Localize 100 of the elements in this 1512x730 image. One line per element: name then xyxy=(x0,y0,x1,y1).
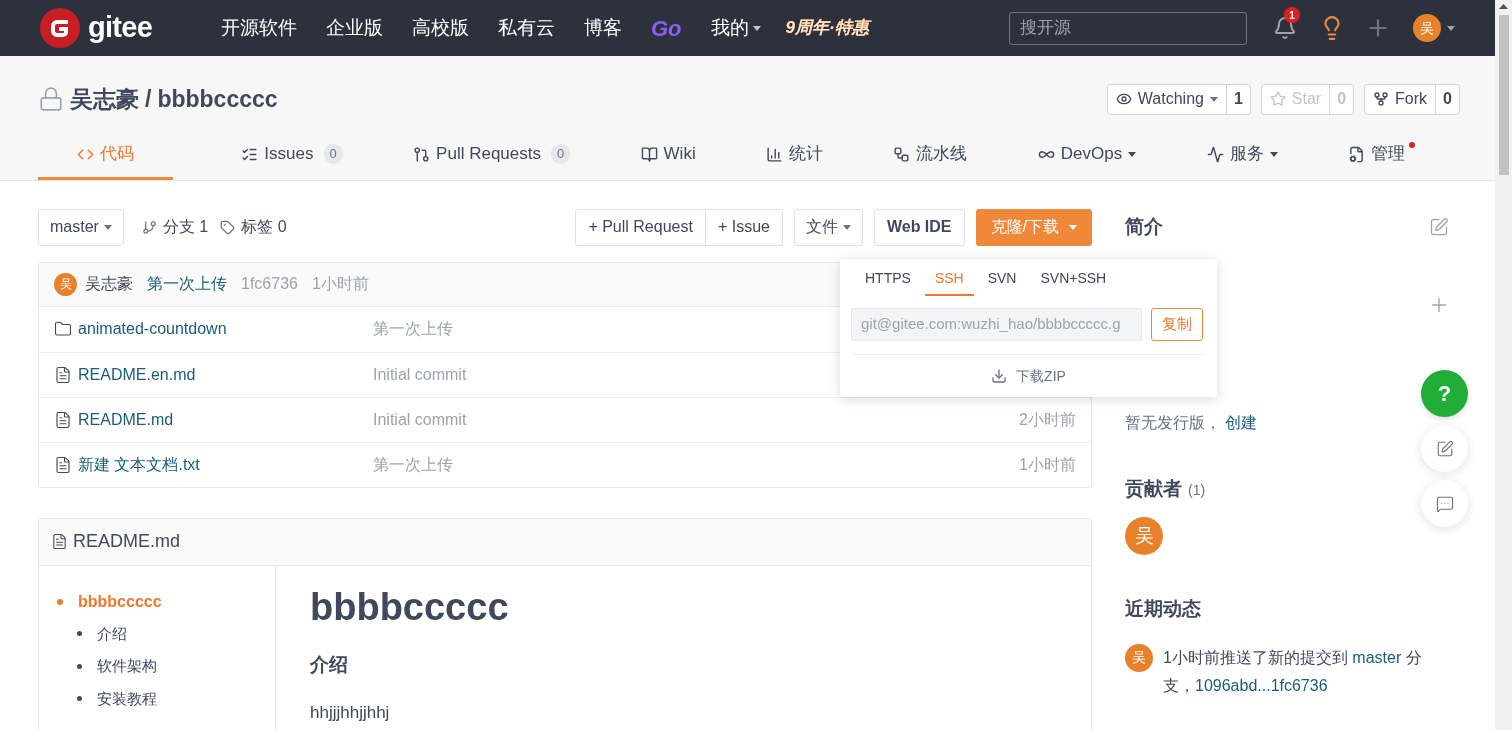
caret-icon xyxy=(752,25,761,31)
commit-time: 1小时前 xyxy=(311,274,369,294)
repo-tab[interactable]: Issues 0 xyxy=(239,131,345,180)
branches-link[interactable]: 分支 1 xyxy=(141,215,209,239)
search-field[interactable]: 搜开源 xyxy=(1009,11,1247,45)
activity-avatar: 吴 xyxy=(1125,643,1153,672)
caret-icon xyxy=(1128,151,1137,157)
toc-link[interactable]: 介绍 xyxy=(97,622,127,645)
activity-title: 近期动态 xyxy=(1125,597,1202,621)
file-name-link[interactable]: animated-countdown xyxy=(78,317,227,341)
contributors-title: 贡献者 xyxy=(1125,476,1182,501)
feedback-button[interactable] xyxy=(1421,425,1468,472)
pull-request-icon xyxy=(413,145,431,163)
action-count: 1 xyxy=(1225,84,1250,114)
fork-icon xyxy=(1373,91,1390,108)
protocol-tab[interactable]: HTTPS xyxy=(855,262,921,296)
repo-tab[interactable]: 服务 xyxy=(1204,131,1280,180)
tag-icon xyxy=(220,219,236,235)
pulse-icon xyxy=(1206,145,1224,163)
bullet-icon xyxy=(77,696,82,702)
repo-tab[interactable]: 流水线 xyxy=(891,131,970,180)
commit-range-link[interactable]: 1096abd...1fc6736 xyxy=(1195,676,1328,694)
file-icon xyxy=(54,365,72,384)
web-ide-button[interactable]: Web IDE xyxy=(873,208,965,246)
action-label: Star xyxy=(1291,89,1322,110)
toc-link[interactable]: 软件架构 xyxy=(97,655,157,678)
repo-owner-link[interactable]: 吴志豪 xyxy=(70,82,139,117)
file-name-link[interactable]: 新建 文本文档.txt xyxy=(78,452,200,477)
caret-icon xyxy=(842,224,851,230)
edit-icon[interactable] xyxy=(1429,217,1449,237)
scroll-up-icon[interactable] xyxy=(1499,4,1508,9)
branch-link[interactable]: master xyxy=(1352,648,1402,666)
tags-link[interactable]: 标签 0 xyxy=(220,215,287,239)
create-release-link[interactable]: 创建 xyxy=(1225,413,1257,431)
readme-subheading: 介绍 xyxy=(310,653,349,677)
file-icon xyxy=(54,410,72,429)
count-badge: 0 xyxy=(551,144,571,164)
logo-text[interactable]: gitee xyxy=(88,6,153,50)
chat-button[interactable] xyxy=(1421,480,1468,527)
new-item-button[interactable]: + Issue xyxy=(705,208,783,246)
commit-message-link[interactable]: 第一次上传 xyxy=(147,272,227,296)
scrollbar-thumb[interactable] xyxy=(1498,15,1509,175)
file-name-link[interactable]: README.md xyxy=(78,407,174,432)
book-icon xyxy=(640,145,658,163)
document-gear-icon xyxy=(1347,145,1365,163)
folder-icon xyxy=(54,320,72,338)
repo-tab[interactable]: Pull Requests 0 xyxy=(411,131,573,180)
path-separator: / xyxy=(145,85,152,114)
repo-tab[interactable]: 管理 xyxy=(1345,131,1417,180)
action-count: 0 xyxy=(1435,84,1459,114)
caret-icon xyxy=(1069,224,1077,230)
pipeline-icon xyxy=(893,145,911,163)
repo-name-link[interactable]: bbbbccccc xyxy=(157,82,278,117)
bar-chart-icon xyxy=(766,145,784,163)
caret-icon xyxy=(1269,151,1278,157)
repo-action-button[interactable]: Watching 1 xyxy=(1106,83,1251,115)
file-icon xyxy=(51,533,68,550)
action-label: Fork xyxy=(1395,89,1428,110)
repo-tab[interactable]: DevOps xyxy=(1035,131,1139,180)
file-commit-time: 1小时前 xyxy=(1019,454,1076,475)
intro-title: 简介 xyxy=(1125,214,1163,239)
caret-icon xyxy=(103,224,112,230)
bullet-icon xyxy=(77,663,82,669)
branch-select[interactable]: master xyxy=(38,208,124,246)
new-item-button[interactable]: + Pull Request xyxy=(575,208,706,246)
nav-link[interactable]: 博客 xyxy=(584,13,622,43)
star-icon xyxy=(1269,91,1286,108)
download-zip-link[interactable]: 下载ZIP xyxy=(1016,365,1066,387)
nav-link[interactable]: 我的 xyxy=(710,13,761,43)
nav-link[interactable]: 私有云 xyxy=(498,13,555,43)
chat-icon xyxy=(1435,494,1454,513)
logo-icon xyxy=(40,8,80,48)
edit-icon xyxy=(1435,439,1454,458)
repo-action-button[interactable]: Fork 0 xyxy=(1364,83,1460,115)
protocol-tab[interactable]: SVN+SSH xyxy=(1030,262,1117,296)
toc-link[interactable]: 安装教程 xyxy=(97,687,157,710)
commit-author[interactable]: 吴志豪 xyxy=(85,272,133,296)
lock-icon xyxy=(38,86,64,113)
readme-heading: bbbbccccc xyxy=(310,584,509,630)
author-avatar: 吴 xyxy=(54,272,77,296)
contributors-count: (1) xyxy=(1188,480,1206,500)
protocol-tab[interactable]: SVN xyxy=(977,262,1027,296)
repo-tab[interactable]: Wiki xyxy=(638,131,698,180)
bullet-icon xyxy=(57,598,63,605)
branch-icon xyxy=(141,219,157,235)
scrollbar[interactable] xyxy=(1495,0,1512,730)
repo-tab[interactable]: 统计 xyxy=(764,131,826,180)
file-menu-button[interactable]: 文件 xyxy=(793,208,863,246)
notification-badge: 1 xyxy=(1284,7,1300,23)
readme-title: README.md xyxy=(73,530,180,553)
nav-link[interactable]: 开源软件 xyxy=(221,13,297,43)
count-badge: 0 xyxy=(323,144,343,164)
file-commit-time: 2小时前 xyxy=(1019,409,1076,430)
file-name-link[interactable]: README.en.md xyxy=(78,362,196,387)
nav-link[interactable]: 高校版 xyxy=(412,13,469,43)
nav-link[interactable]: 企业版 xyxy=(326,13,383,43)
caret-icon xyxy=(1447,25,1455,31)
caret-icon xyxy=(1209,96,1218,102)
download-icon xyxy=(991,368,1008,384)
readme-paragraph: hhjjjhhjjhhj xyxy=(310,701,391,724)
